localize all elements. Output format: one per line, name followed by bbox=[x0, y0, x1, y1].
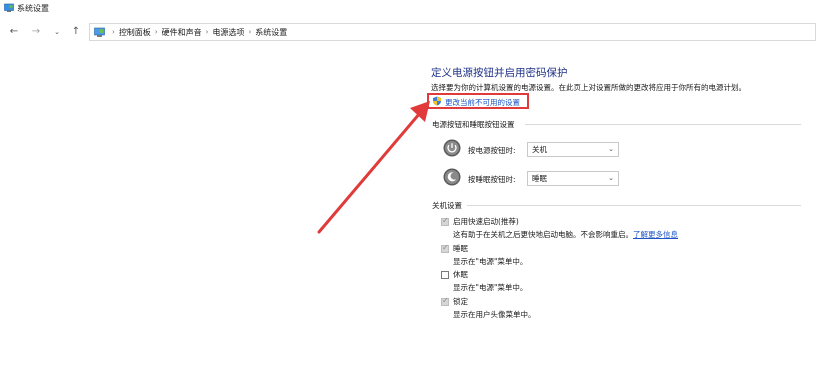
page-description: 选择要为你的计算机设置的电源设置。在此页上对设置所做的更改将应用于你所有的电源计… bbox=[431, 83, 746, 92]
power-buttons-section-title: 电源按钮和睡眠按钮设置 bbox=[432, 120, 515, 129]
lock-option-label: 锁定 bbox=[453, 297, 468, 306]
chevron-down-icon: ⌄ bbox=[608, 174, 614, 182]
lock-checkbox[interactable] bbox=[441, 296, 449, 306]
power-button-action-value: 关机 bbox=[532, 145, 547, 154]
breadcrumb: › 控制面板 › 硬件和声音 › 电源选项 › 系统设置 bbox=[94, 26, 287, 38]
power-button-icon bbox=[443, 139, 461, 157]
uac-shield-icon bbox=[433, 96, 441, 106]
sleep-button-action-value: 睡眠 bbox=[532, 174, 547, 183]
breadcrumb-separator: › bbox=[112, 28, 115, 36]
forward-arrow-icon[interactable]: → bbox=[29, 25, 43, 39]
sleep-option-description: 显示在"电源"菜单中。 bbox=[453, 257, 528, 266]
sleep-option-label: 睡眠 bbox=[453, 244, 468, 253]
breadcrumb-separator: › bbox=[248, 28, 252, 36]
breadcrumb-item-power-options[interactable]: 电源选项 bbox=[212, 27, 244, 38]
breadcrumb-separator: › bbox=[205, 28, 209, 36]
sleep-button-icon bbox=[443, 168, 461, 186]
chevron-down-icon: ⌄ bbox=[608, 145, 614, 153]
back-arrow-icon[interactable]: ← bbox=[7, 25, 21, 39]
hibernate-checkbox[interactable] bbox=[441, 271, 449, 279]
page-title: 定义电源按钮并启用密码保护 bbox=[431, 67, 568, 79]
title-bar: 系统设置 bbox=[0, 0, 817, 16]
fast-startup-label: 启用快速启动(推荐) bbox=[453, 217, 519, 226]
up-arrow-icon[interactable]: ↑ bbox=[69, 25, 83, 39]
control-panel-icon bbox=[94, 27, 105, 37]
lock-option-description: 显示在用户头像菜单中。 bbox=[453, 310, 536, 319]
chevron-down-icon[interactable]: ⌄ bbox=[50, 25, 64, 39]
divider bbox=[467, 205, 801, 206]
change-unavailable-settings-link[interactable]: 更改当前不可用的设置 bbox=[445, 97, 520, 108]
breadcrumb-item-control-panel[interactable]: 控制面板 bbox=[119, 27, 151, 38]
sleep-button-label: 按睡眠按钮时: bbox=[468, 175, 516, 184]
breadcrumb-separator: › bbox=[154, 28, 158, 36]
control-panel-icon bbox=[4, 3, 14, 12]
learn-more-link[interactable]: 了解更多信息 bbox=[633, 230, 678, 239]
power-button-action-select[interactable]: 关机 ⌄ bbox=[527, 142, 619, 157]
power-button-label: 按电源按钮时: bbox=[468, 146, 516, 155]
breadcrumb-item-system-settings[interactable]: 系统设置 bbox=[255, 27, 287, 38]
shutdown-section-title: 关机设置 bbox=[432, 201, 462, 210]
fast-startup-checkbox[interactable] bbox=[441, 216, 449, 226]
sleep-button-action-select[interactable]: 睡眠 ⌄ bbox=[527, 171, 619, 186]
fast-startup-description: 这有助于在关机之后更快地启动电脑。不会影响重启。了解更多信息 bbox=[453, 230, 678, 239]
window-title: 系统设置 bbox=[17, 4, 49, 13]
annotation-arrow bbox=[317, 101, 430, 234]
hibernate-option-label: 休眠 bbox=[453, 270, 468, 279]
breadcrumb-item-hardware-sound[interactable]: 硬件和声音 bbox=[162, 27, 202, 38]
divider bbox=[525, 124, 801, 125]
sleep-checkbox[interactable] bbox=[441, 243, 449, 253]
hibernate-option-description: 显示在"电源"菜单中。 bbox=[453, 283, 528, 292]
